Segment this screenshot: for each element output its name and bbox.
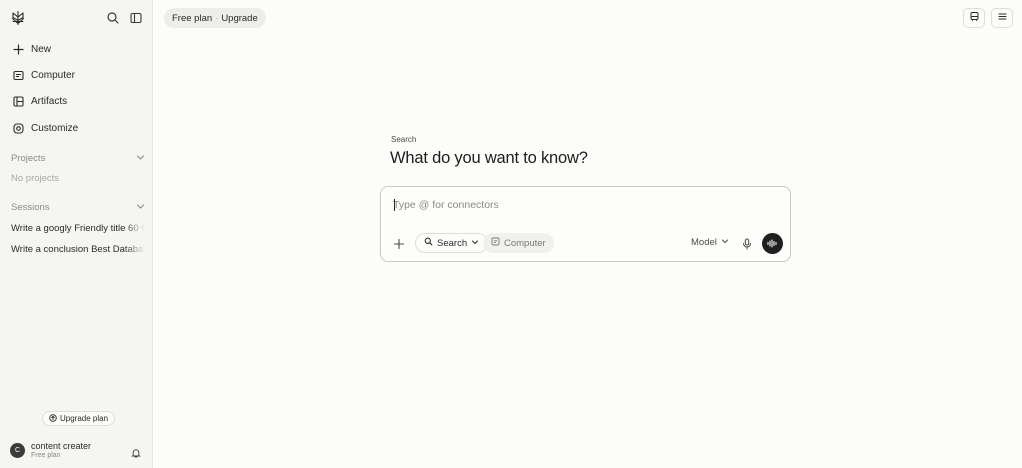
- nav-item-label: Customize: [31, 122, 79, 134]
- search-mode-button[interactable]: Search: [415, 233, 489, 253]
- upgrade-plan-button[interactable]: Upgrade plan: [42, 411, 116, 426]
- sidebar-toggle-icon[interactable]: [129, 11, 143, 25]
- user-profile[interactable]: C content creater Free plan: [10, 439, 145, 461]
- projects-empty-text: No projects: [11, 173, 60, 184]
- artifacts-icon: [12, 95, 24, 107]
- nav-item-label: New: [31, 43, 52, 55]
- upgrade-icon: [49, 413, 57, 424]
- model-selector[interactable]: Model: [691, 237, 729, 248]
- sidebar: New Computer Artifacts Customize Project…: [0, 0, 153, 468]
- user-plan: Free plan: [31, 451, 61, 459]
- microphone-icon[interactable]: [742, 237, 752, 250]
- prompt-input[interactable]: [393, 197, 773, 213]
- avatar: C: [10, 442, 25, 458]
- upgrade-plan-label: Upgrade plan: [60, 414, 109, 423]
- prompt-composer: Search Computer Model: [380, 186, 791, 262]
- projects-section-header[interactable]: Projects: [11, 151, 145, 165]
- attach-plus-icon[interactable]: [393, 237, 405, 250]
- nav-item-artifacts[interactable]: Artifacts: [6, 90, 147, 112]
- model-label: Model: [691, 237, 717, 248]
- nav-item-label: Computer: [31, 69, 75, 81]
- device-icon: [969, 9, 980, 27]
- voice-mode-button[interactable]: [762, 233, 783, 254]
- customize-icon: [12, 122, 24, 134]
- nav-item-label: Artifacts: [31, 95, 68, 107]
- plan-label: Free plan: [172, 12, 213, 24]
- plan-badge[interactable]: Free plan · Upgrade: [164, 8, 266, 28]
- upgrade-link[interactable]: Upgrade: [221, 13, 257, 24]
- computer-icon: [491, 237, 500, 249]
- computer-icon: [12, 69, 24, 81]
- sessions-title: Sessions: [11, 201, 50, 213]
- chevron-down-icon: [721, 237, 729, 248]
- user-name: content creater: [31, 440, 92, 451]
- chevron-down-icon: [136, 198, 145, 216]
- bell-icon[interactable]: [131, 445, 141, 458]
- logo-icon[interactable]: [10, 10, 26, 26]
- chevron-down-icon: [136, 149, 145, 167]
- search-eyebrow: Search: [391, 135, 417, 144]
- projects-title: Projects: [11, 152, 46, 164]
- computer-mode-button[interactable]: Computer: [483, 233, 554, 253]
- session-item[interactable]: Write a googly Friendly title 60 C: [11, 223, 145, 234]
- nav-item-new[interactable]: New: [6, 38, 147, 60]
- plus-icon: [12, 43, 24, 55]
- text-caret: [394, 199, 395, 211]
- search-icon: [424, 237, 433, 249]
- separator: ·: [215, 12, 219, 24]
- menu-button[interactable]: [991, 8, 1013, 28]
- session-item[interactable]: Write a conclusion Best Databa: [11, 244, 145, 255]
- page-title: What do you want to know?: [390, 149, 588, 167]
- sessions-section-header[interactable]: Sessions: [11, 200, 145, 214]
- device-button[interactable]: [963, 8, 985, 28]
- nav-item-computer[interactable]: Computer: [6, 64, 147, 86]
- menu-icon: [997, 9, 1008, 27]
- nav-item-customize[interactable]: Customize: [6, 117, 147, 139]
- waveform-icon: [767, 235, 778, 253]
- search-icon[interactable]: [106, 11, 120, 25]
- computer-chip-label: Computer: [504, 237, 546, 249]
- chevron-down-icon: [471, 238, 479, 249]
- search-chip-label: Search: [437, 237, 468, 249]
